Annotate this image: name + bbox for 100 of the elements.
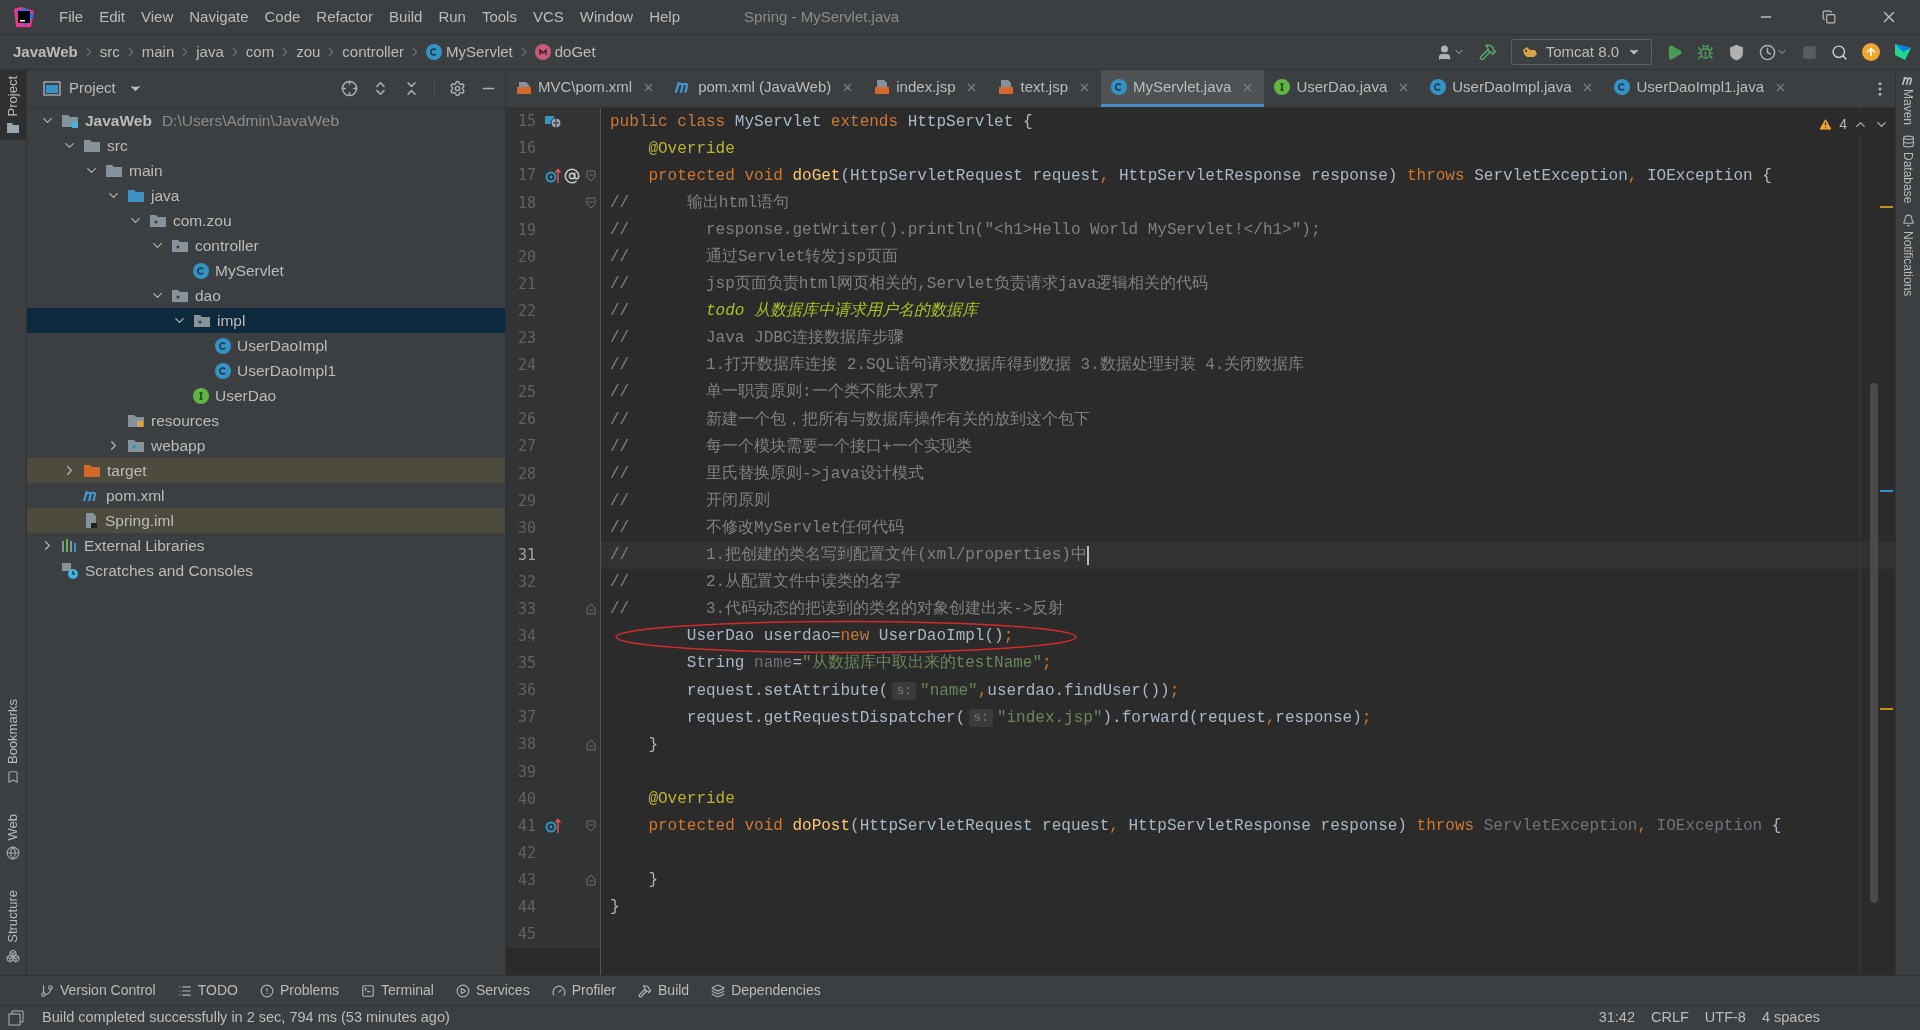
tree-item[interactable]: com.zou xyxy=(27,208,505,233)
shield-icon[interactable] xyxy=(1728,43,1745,61)
tree-item[interactable]: UserDaoImpl xyxy=(27,333,505,358)
bug-icon[interactable] xyxy=(1697,43,1714,61)
menu-item[interactable]: Navigate xyxy=(181,5,257,29)
menu-item[interactable]: File xyxy=(51,5,92,29)
servlet-globe-icon[interactable] xyxy=(545,114,563,129)
gauge-icon xyxy=(551,983,566,998)
breadcrumb[interactable]: main xyxy=(141,40,175,64)
breadcrumb[interactable]: doGet xyxy=(554,40,596,64)
menu-item[interactable]: Window xyxy=(571,5,642,29)
tree-item[interactable]: webapp xyxy=(27,433,505,458)
indent-setting[interactable]: 4 spaces xyxy=(1761,1007,1820,1029)
menu-item[interactable]: Code xyxy=(256,5,309,29)
tree-item[interactable]: src xyxy=(27,133,505,158)
tool-window-tab[interactable]: Problems xyxy=(279,980,340,1001)
tool-window-tab[interactable]: Dependencies xyxy=(731,980,821,1001)
tree-item[interactable]: controller xyxy=(27,233,505,258)
settings-icon[interactable] xyxy=(449,80,466,97)
tree-item[interactable]: MyServlet xyxy=(27,258,505,283)
menu-item[interactable]: View xyxy=(133,5,182,29)
tree-item[interactable]: UserDao xyxy=(27,383,505,408)
overrides-method-icon[interactable] xyxy=(545,818,562,834)
tree-item[interactable]: java xyxy=(27,183,505,208)
breadcrumb[interactable]: MyServlet xyxy=(446,40,513,64)
panel-title[interactable]: Project xyxy=(69,77,116,100)
locate-icon[interactable] xyxy=(341,80,358,97)
menu-item[interactable]: VCS xyxy=(524,5,572,29)
tool-window-tab[interactable]: Profiler xyxy=(571,980,616,1001)
warning-count[interactable]: 4 xyxy=(1839,114,1847,135)
menu-item[interactable]: Help xyxy=(641,5,689,29)
tree-item[interactable]: resources xyxy=(27,408,505,433)
tool-window-tab[interactable]: TODO xyxy=(197,980,238,1001)
scratch-icon xyxy=(61,561,79,580)
tool-window-tab[interactable]: Build xyxy=(658,980,690,1001)
fold-marker-icon[interactable] xyxy=(586,738,596,751)
tree-item[interactable]: dao xyxy=(27,283,505,308)
tool-window-tab[interactable]: Bookmarks xyxy=(0,692,26,790)
editor-tab[interactable]: UserDaoImpl1.java xyxy=(1604,70,1798,107)
run-configuration-dropdown[interactable]: Tomcat 8.0 xyxy=(1510,39,1652,65)
tree-item[interactable]: main xyxy=(27,158,505,183)
folder-icon xyxy=(61,113,79,128)
tree-item[interactable]: Spring.iml xyxy=(27,508,505,533)
fold-marker-icon[interactable] xyxy=(586,603,596,616)
breadcrumb[interactable]: com xyxy=(245,40,275,64)
breadcrumb[interactable]: java xyxy=(196,40,224,64)
menu-item[interactable]: Run xyxy=(430,5,474,29)
breadcrumb[interactable]: JavaWeb xyxy=(13,40,78,64)
tool-window-tab[interactable]: Notifications xyxy=(1899,213,1917,296)
tool-window-tab[interactable]: Project xyxy=(0,70,26,141)
fold-marker-icon[interactable] xyxy=(586,820,596,832)
hammer-icon[interactable] xyxy=(1478,43,1497,61)
tree-item[interactable]: impl xyxy=(27,308,505,333)
tool-window-tab[interactable]: Maven xyxy=(1899,76,1917,126)
panel-toggle-icon[interactable] xyxy=(8,1010,24,1026)
tool-window-tab[interactable]: Database xyxy=(1899,135,1917,204)
restore-icon[interactable] xyxy=(1822,10,1836,24)
editor-tab[interactable]: MVC\pom.xml xyxy=(506,70,666,107)
tool-window-tab[interactable]: Services xyxy=(475,980,530,1001)
tool-window-tab[interactable]: Terminal xyxy=(381,980,434,1001)
tree-item[interactable]: External Libraries xyxy=(27,533,505,558)
jsp-file-icon xyxy=(998,79,1015,95)
menu-item[interactable]: Build xyxy=(381,5,431,29)
breadcrumb[interactable]: controller xyxy=(342,40,405,64)
tree-item[interactable]: Scratches and Consoles xyxy=(27,558,505,583)
editor-tab[interactable]: text.jsp xyxy=(988,70,1101,107)
breadcrumb[interactable]: zou xyxy=(296,40,321,64)
tree-item[interactable]: target xyxy=(27,458,505,483)
tree-item[interactable]: pom.xml xyxy=(27,483,505,508)
fold-marker-icon[interactable] xyxy=(586,169,596,182)
breadcrumb[interactable]: src xyxy=(99,40,120,64)
warning-icon[interactable] xyxy=(1818,117,1834,132)
tool-window-tab[interactable]: Web xyxy=(0,807,26,867)
tool-window-tab[interactable]: Structure xyxy=(0,884,26,969)
editor-tab[interactable]: pom.xml (JavaWeb) xyxy=(665,70,865,107)
menu-item[interactable]: Refactor xyxy=(308,5,382,29)
editor-tab[interactable]: MyServlet.java xyxy=(1101,70,1265,107)
editor-tab[interactable]: index.jsp xyxy=(864,70,989,107)
menu-item[interactable]: Tools xyxy=(473,5,525,29)
code-text: } xyxy=(648,871,658,890)
editor-tab[interactable]: UserDao.java xyxy=(1264,70,1421,107)
caret-position[interactable]: 31:42 xyxy=(1598,1007,1635,1029)
code-text: // 2.从配置文件中读类的名字 xyxy=(610,573,902,592)
annotation-icon[interactable] xyxy=(564,167,581,184)
editor-tab[interactable]: UserDaoImpl.java xyxy=(1420,70,1605,107)
profile-icon[interactable] xyxy=(1759,43,1776,61)
run-icon[interactable] xyxy=(1666,43,1683,61)
scrollbar[interactable] xyxy=(1870,383,1878,903)
search-icon[interactable] xyxy=(1831,43,1848,61)
toolbox-logo-icon[interactable] xyxy=(1894,43,1912,61)
line-separator[interactable]: CRLF xyxy=(1651,1007,1689,1029)
menu-item[interactable]: Edit xyxy=(91,5,134,29)
file-encoding[interactable]: UTF-8 xyxy=(1704,1007,1746,1029)
tool-window-tab[interactable]: Version Control xyxy=(60,980,156,1001)
update-icon[interactable] xyxy=(1862,43,1880,61)
tree-item[interactable]: JavaWeb D:\Users\Admin\JavaWeb xyxy=(27,108,505,133)
tree-item[interactable]: UserDaoImpl1 xyxy=(27,358,505,383)
overrides-method-icon[interactable] xyxy=(545,167,562,184)
fold-marker-icon[interactable] xyxy=(586,196,596,209)
fold-marker-icon[interactable] xyxy=(586,874,596,887)
